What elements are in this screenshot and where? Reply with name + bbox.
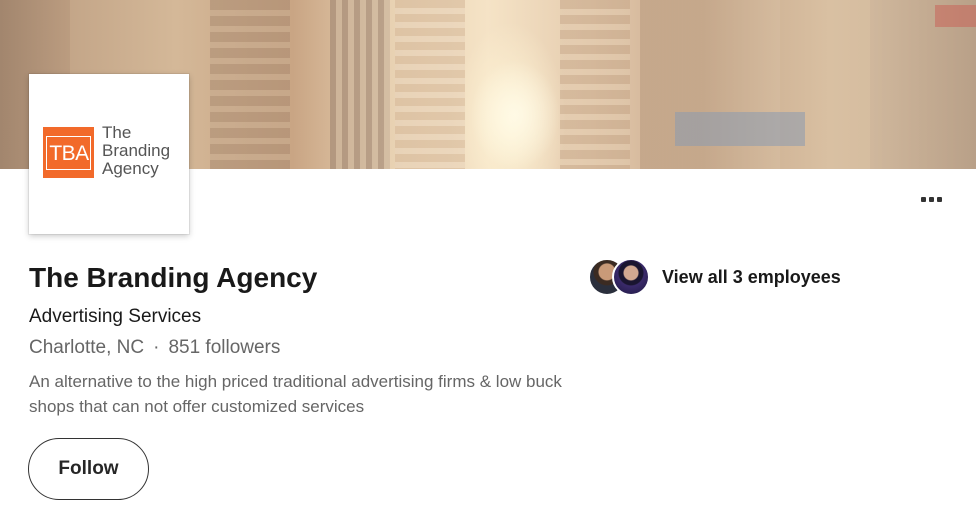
more-options-button[interactable] xyxy=(910,186,952,212)
logo-line-1: The xyxy=(102,123,132,142)
sunlight-glow xyxy=(470,60,560,169)
logo-mark: TBA xyxy=(43,127,94,178)
follow-button[interactable]: Follow xyxy=(28,438,149,500)
company-logo[interactable]: TBA The Branding Agency xyxy=(29,74,189,234)
logo-line-3: Agency xyxy=(102,159,159,178)
employee-avatars xyxy=(588,258,652,296)
more-horizontal-icon xyxy=(920,196,942,202)
logo-mark-text: TBA xyxy=(46,135,91,170)
company-industry: Advertising Services xyxy=(29,306,202,327)
logo-line-2: Branding xyxy=(102,141,171,160)
avatar xyxy=(612,258,650,296)
company-name: The Branding Agency xyxy=(29,262,318,293)
meta-separator: · xyxy=(153,337,160,358)
company-location: Charlotte, NC xyxy=(29,337,145,358)
view-employees-link[interactable]: View all 3 employees xyxy=(588,258,841,296)
logo-wordmark: The Branding Agency xyxy=(102,124,170,178)
view-employees-label: View all 3 employees xyxy=(662,266,841,287)
company-profile-card: TBA The Branding Agency The Branding Age… xyxy=(0,0,976,526)
company-tagline: An alternative to the high priced tradit… xyxy=(29,372,562,416)
follower-count: 851 followers xyxy=(168,337,281,358)
company-meta: Charlotte, NC · 851 followers xyxy=(29,337,280,359)
